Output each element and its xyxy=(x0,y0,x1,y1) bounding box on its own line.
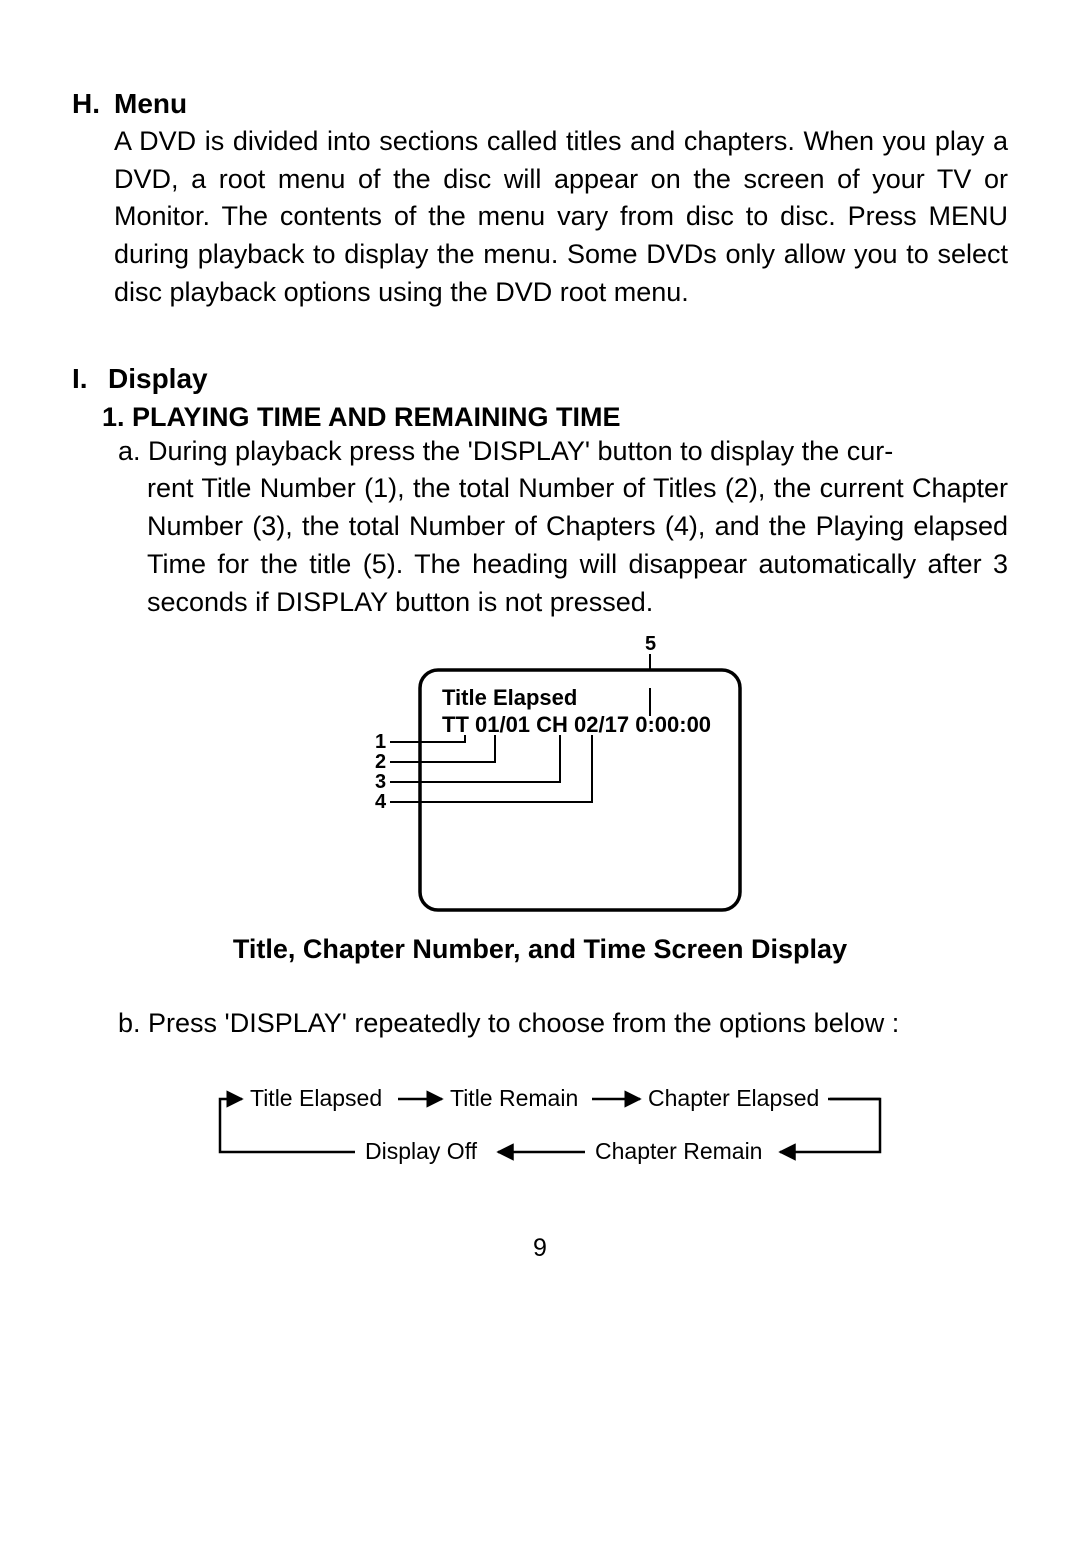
flow-title-remain: Title Remain xyxy=(450,1085,578,1111)
section-i-letter: I. xyxy=(72,360,92,398)
display-diagram: Title Elapsed TT 01/01 CH 02/17 0:00:00 … xyxy=(72,630,1008,920)
section-h-title: Menu xyxy=(114,85,187,123)
section-i-title: Display xyxy=(108,360,208,398)
section-i: I. Display 1. PLAYING TIME AND REMAINING… xyxy=(72,360,1008,1195)
diagram-caption: Title, Chapter Number, and Time Screen D… xyxy=(72,934,1008,965)
diagram-line2: TT 01/01 CH 02/17 0:00:00 xyxy=(442,712,711,737)
section-h-body: A DVD is divided into sections called ti… xyxy=(114,123,1008,312)
page-number: 9 xyxy=(0,1234,1080,1263)
callout-4: 4 xyxy=(375,791,387,813)
section-h-heading: H. Menu xyxy=(72,85,1008,123)
callout-3: 3 xyxy=(375,771,386,793)
display-cycle-diagram: Title Elapsed Title Remain Chapter Elaps… xyxy=(72,1074,1008,1194)
flow-chapter-elapsed: Chapter Elapsed xyxy=(648,1085,819,1111)
document-page: H. Menu A DVD is divided into sections c… xyxy=(0,0,1080,1563)
callout-1: 1 xyxy=(375,731,386,753)
callout-2: 2 xyxy=(375,751,386,773)
flow-title-elapsed: Title Elapsed xyxy=(250,1085,382,1111)
section-i-sub1: 1. PLAYING TIME AND REMAINING TIME xyxy=(102,402,1008,433)
section-i-heading: I. Display xyxy=(72,360,1008,398)
item-a: a. During playback press the 'DISPLAY' b… xyxy=(118,433,1008,622)
item-a-firstline: a. During playback press the 'DISPLAY' b… xyxy=(118,436,893,466)
item-a-rest: rent Title Number (1), the total Number … xyxy=(147,470,1008,621)
section-h-letter: H. xyxy=(72,85,98,123)
flow-display-off: Display Off xyxy=(365,1138,478,1164)
callout-5: 5 xyxy=(645,633,656,655)
item-b: b. Press 'DISPLAY' repeatedly to choose … xyxy=(118,1005,1008,1043)
flow-chapter-remain: Chapter Remain xyxy=(595,1138,762,1164)
diagram-header: Title Elapsed xyxy=(442,685,577,710)
